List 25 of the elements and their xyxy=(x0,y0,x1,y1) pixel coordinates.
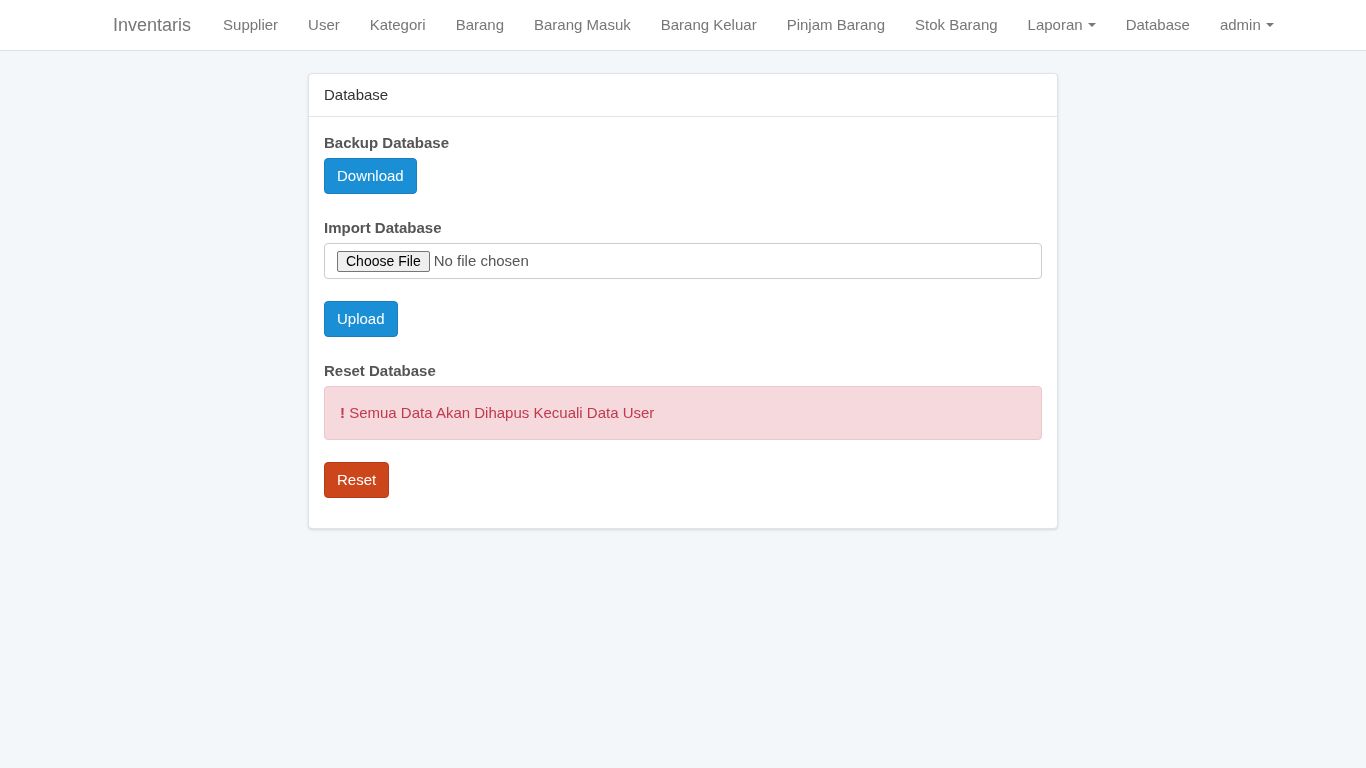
nav-link[interactable]: Barang xyxy=(440,13,519,37)
nav-link[interactable]: Database xyxy=(1110,13,1205,37)
brand-link[interactable]: Inventaris xyxy=(113,11,192,39)
dropdown-menu[interactable]: admin xyxy=(1204,13,1289,37)
nav-link[interactable]: Supplier xyxy=(208,13,294,37)
nav-link[interactable]: Stok Barang xyxy=(900,13,1013,37)
warning-alert: ! Semua Data Akan Dihapus Kecuali Data User xyxy=(324,386,1042,440)
nav-link[interactable]: Barang Keluar xyxy=(645,13,772,37)
nav-link[interactable]: Kategori xyxy=(354,13,441,37)
panel-header: Database xyxy=(309,74,1057,117)
nav-link[interactable]: Barang Masuk xyxy=(519,13,646,37)
file-input[interactable]: Choose File No file chosen xyxy=(324,243,1042,279)
section-label: Import Database xyxy=(324,219,443,237)
caret-icon xyxy=(1087,23,1096,27)
upload-button[interactable]: Upload xyxy=(324,301,398,337)
nav-link[interactable]: User xyxy=(293,13,355,37)
nav-link[interactable]: Pinjam Barang xyxy=(771,13,901,37)
dropdown-menu[interactable]: Laporan xyxy=(1012,13,1111,37)
caret-icon xyxy=(1265,23,1274,27)
section-label: Reset Database xyxy=(324,362,437,380)
section-label: Backup Database xyxy=(324,134,451,152)
reset-button[interactable]: Reset xyxy=(324,462,390,498)
download-button[interactable]: Download xyxy=(324,158,417,194)
file-status: No file chosen xyxy=(433,250,529,271)
choose-file-button[interactable]: Choose File xyxy=(337,250,430,272)
